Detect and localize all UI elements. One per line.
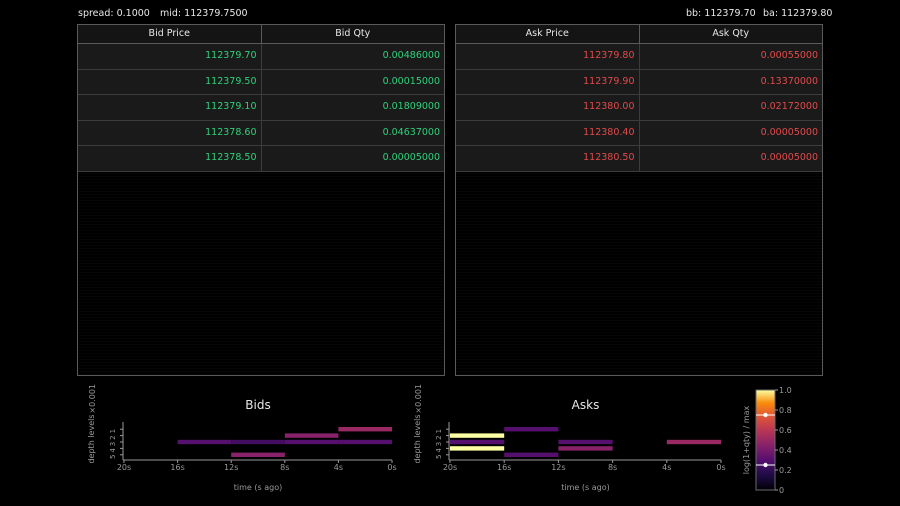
bid-qty-header[interactable]: Bid Qty — [262, 25, 445, 43]
heatmap-cell — [666, 439, 721, 445]
y-tick-label: 5 — [109, 455, 117, 459]
spread-readout: spread: 0.1000 — [78, 8, 150, 19]
x-tick-label: 0s — [387, 463, 396, 472]
ask-book-table[interactable]: Ask Price Ask Qty 112379.80 0.00055000 11… — [455, 24, 823, 376]
heatmap-cell — [558, 439, 613, 445]
heatmap-cell — [504, 427, 559, 432]
table-row[interactable]: 112379.80 0.00055000 — [456, 44, 822, 70]
y-tick-label: 2 — [435, 435, 443, 439]
ask-qty-cell: 0.13370000 — [760, 75, 818, 87]
heatmap-cell — [504, 452, 559, 457]
ask-qty-cell: 0.02172000 — [760, 101, 818, 112]
heatmap-cell — [558, 446, 613, 451]
x-tick-label: 16s — [497, 463, 511, 472]
y-axis-label: depth levels — [87, 414, 96, 463]
bid-price-cell: 112378.50 — [78, 146, 262, 171]
y-tick-label: 1 — [109, 429, 117, 433]
ask-price-cell: 112380.50 — [456, 146, 640, 171]
ask-price-cell: 112379.90 — [456, 69, 640, 94]
heatmap-cell — [450, 439, 505, 445]
bid-price-cell: 112378.60 — [78, 120, 262, 145]
heatmap-cell — [284, 433, 339, 438]
ask-price-header[interactable]: Ask Price — [456, 25, 640, 43]
x-tick-label: 20s — [117, 463, 131, 472]
ask-qty-cell: 0.00055000 — [760, 50, 818, 61]
y-tick-label: 3 — [109, 442, 117, 446]
colorbar-tick-label: 0 — [779, 486, 784, 495]
colorbar-handle — [763, 462, 768, 468]
table-row[interactable]: 112379.70 0.00486000 — [78, 44, 444, 70]
bid-price-header[interactable]: Bid Price — [78, 25, 262, 43]
y-tick-label: 3 — [435, 442, 443, 446]
x-tick-label: 12s — [224, 463, 238, 472]
colorbar-tick-label: 0.6 — [779, 426, 792, 435]
bid-price-cell: 112379.10 — [78, 95, 262, 120]
best-bid-readout: bb: 112379.70 — [686, 8, 756, 19]
colorbar-tick-label: 0.2 — [779, 466, 792, 475]
heatmap-cell — [338, 439, 392, 445]
colorbar-tick-label: 0.8 — [779, 406, 792, 415]
top-status-bar: spread: 0.1000 mid: 112379.7500 bb: 1123… — [0, 0, 900, 24]
heatmap-cell — [450, 433, 505, 438]
x-tick-label: 8s — [608, 463, 617, 472]
bid-book-table[interactable]: Bid Price Bid Qty 112379.70 0.00486000 11… — [77, 24, 445, 376]
x-axis-label: time (s ago) — [561, 483, 609, 492]
heatmap-cell — [284, 439, 339, 445]
table-row[interactable]: 112378.50 0.00005000 — [78, 146, 444, 172]
colorbar-gradient — [755, 389, 776, 491]
x-tick-label: 8s — [280, 463, 289, 472]
bid-price-cell: 112379.70 — [78, 44, 262, 69]
heatmap-cell — [338, 427, 392, 432]
y-tick-label: 4 — [435, 448, 443, 453]
table-row[interactable]: 112378.60 0.04637000 — [78, 120, 444, 146]
table-row[interactable]: 112379.10 0.01809000 — [78, 95, 444, 121]
heatmap-cell — [231, 439, 285, 445]
y-tick-label: 5 — [435, 455, 443, 459]
x-tick-label: 12s — [551, 463, 565, 472]
y-tick-label: 4 — [109, 448, 117, 453]
best-ask-readout: ba: 112379.80 — [763, 8, 833, 19]
table-row[interactable]: 112380.00 0.02172000 — [456, 95, 822, 121]
x-tick-label: 0s — [716, 463, 725, 472]
heatmap-title: Bids — [245, 398, 270, 412]
bid-qty-cell: 0.01809000 — [382, 101, 440, 112]
ask-qty-cell: 0.00005000 — [760, 126, 818, 138]
x-tick-label: 16s — [170, 463, 184, 472]
x-tick-label: 20s — [443, 463, 457, 472]
heatmap-cell — [231, 452, 285, 457]
bid-qty-cell: 0.00486000 — [382, 50, 440, 61]
colorbar-tick-label: 0.4 — [779, 446, 792, 455]
heatmap-title: Asks — [572, 398, 600, 412]
depth-heatmaps: Bids×0.001depth levels 1234520s 16s 12s 8s 4s… — [87, 384, 792, 495]
x-axis-label: time (s ago) — [234, 483, 282, 492]
colorbar-label: log(1+qty) / max — [742, 406, 751, 475]
y-axis-label: depth levels — [413, 414, 422, 463]
bid-table-header: Bid Price Bid Qty — [78, 25, 444, 44]
table-row[interactable]: 112379.90 0.13370000 — [456, 69, 822, 95]
bid-price-cell: 112379.50 — [78, 69, 262, 94]
table-row[interactable]: 112380.50 0.00005000 — [456, 146, 822, 172]
ask-qty-header[interactable]: Ask Qty — [640, 25, 823, 43]
table-row[interactable]: 112380.40 0.00005000 — [456, 120, 822, 146]
bid-qty-cell: 0.00005000 — [382, 152, 440, 163]
y-tick-label: 2 — [109, 435, 117, 439]
heatmap-cell — [177, 439, 232, 445]
ask-price-cell: 112380.40 — [456, 120, 640, 145]
ask-qty-cell: 0.00005000 — [760, 152, 818, 163]
ask-table-header: Ask Price Ask Qty — [456, 25, 822, 44]
y-tick-label: 1 — [435, 429, 443, 433]
mid-readout: mid: 112379.7500 — [160, 8, 248, 19]
ask-price-cell: 112379.80 — [456, 44, 640, 69]
axis-offset-label: ×0.001 — [88, 384, 97, 414]
bid-qty-cell: 0.00015000 — [382, 75, 440, 87]
x-tick-label: 4s — [334, 463, 343, 472]
axis-offset-label: ×0.001 — [414, 384, 423, 414]
heatmap-cell — [450, 446, 505, 451]
colorbar-handle — [763, 412, 768, 418]
colorbar-tick-label: 1.0 — [779, 386, 792, 395]
x-tick-label: 4s — [662, 463, 671, 472]
ask-price-cell: 112380.00 — [456, 95, 640, 120]
table-row[interactable]: 112379.50 0.00015000 — [78, 69, 444, 95]
bid-qty-cell: 0.04637000 — [382, 126, 440, 138]
